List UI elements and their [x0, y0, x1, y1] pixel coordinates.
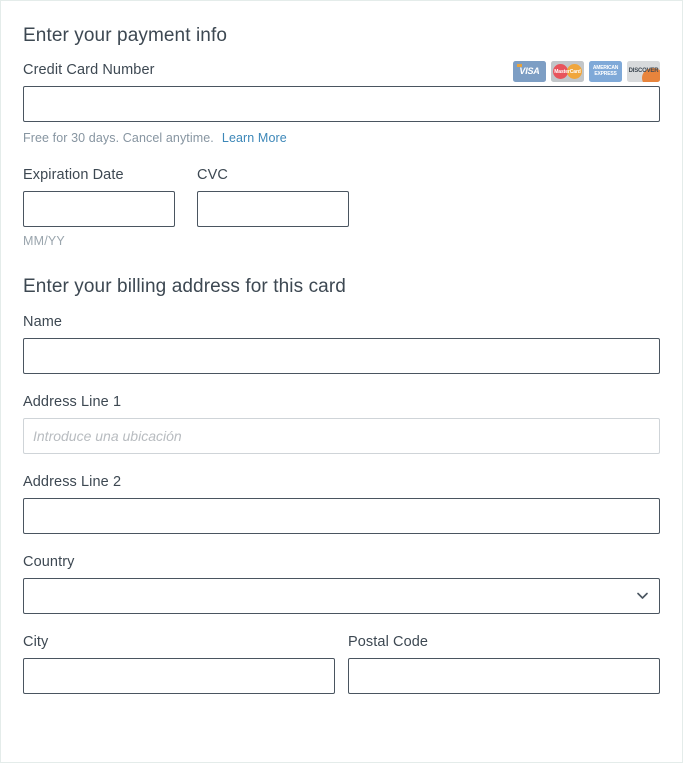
- country-field: Country: [23, 554, 660, 614]
- name-field: Name: [23, 314, 660, 374]
- city-field: City: [23, 634, 335, 694]
- credit-card-label-row: Credit Card Number VISA MasterCard AMERI…: [23, 61, 660, 86]
- address-line-1-field: Address Line 1: [23, 394, 660, 454]
- mastercard-card-icon: MasterCard: [551, 61, 584, 82]
- credit-card-number-input[interactable]: [23, 86, 660, 122]
- address-line-1-label: Address Line 1: [23, 394, 122, 410]
- country-select[interactable]: [23, 578, 660, 614]
- trial-helper-text: Free for 30 days. Cancel anytime.: [23, 131, 214, 145]
- accepted-card-brands: VISA MasterCard AMERICAN EXPRESS DISCOVE…: [513, 61, 660, 82]
- discover-card-icon: DISCOVER: [627, 61, 660, 82]
- postal-code-field: Postal Code: [348, 634, 660, 694]
- credit-card-number-label: Credit Card Number: [23, 62, 155, 78]
- name-input[interactable]: [23, 338, 660, 374]
- postal-code-label: Postal Code: [348, 634, 429, 650]
- expiration-cvc-row: Expiration Date MM/YY CVC: [23, 167, 660, 248]
- address-line-2-input[interactable]: [23, 498, 660, 534]
- country-select-wrap: [23, 578, 660, 614]
- expiration-date-input[interactable]: [23, 191, 175, 227]
- learn-more-link[interactable]: Learn More: [222, 131, 287, 145]
- form-body: Enter your payment info Credit Card Numb…: [1, 1, 682, 694]
- expiration-date-field: Expiration Date MM/YY: [23, 167, 175, 248]
- address-line-2-label: Address Line 2: [23, 474, 122, 490]
- trial-helper-row: Free for 30 days. Cancel anytime. Learn M…: [23, 131, 660, 145]
- billing-section-title: Enter your billing address for this card: [23, 276, 346, 297]
- visa-card-icon: VISA: [513, 61, 546, 82]
- cvc-field: CVC: [197, 167, 349, 248]
- address-line-2-field: Address Line 2: [23, 474, 660, 534]
- cvc-label: CVC: [197, 167, 228, 183]
- postal-code-input[interactable]: [348, 658, 660, 694]
- address-line-1-input[interactable]: [23, 418, 660, 454]
- country-label: Country: [23, 554, 75, 570]
- expiration-date-hint: MM/YY: [23, 234, 65, 248]
- expiration-date-label: Expiration Date: [23, 167, 124, 183]
- payment-form-card: Enter your payment info Credit Card Numb…: [0, 0, 683, 763]
- city-postal-row: City Postal Code: [23, 634, 660, 694]
- city-label: City: [23, 634, 49, 650]
- amex-card-icon: AMERICAN EXPRESS: [589, 61, 622, 82]
- city-input[interactable]: [23, 658, 335, 694]
- name-label: Name: [23, 314, 63, 330]
- cvc-input[interactable]: [197, 191, 349, 227]
- payment-section-title: Enter your payment info: [23, 25, 228, 46]
